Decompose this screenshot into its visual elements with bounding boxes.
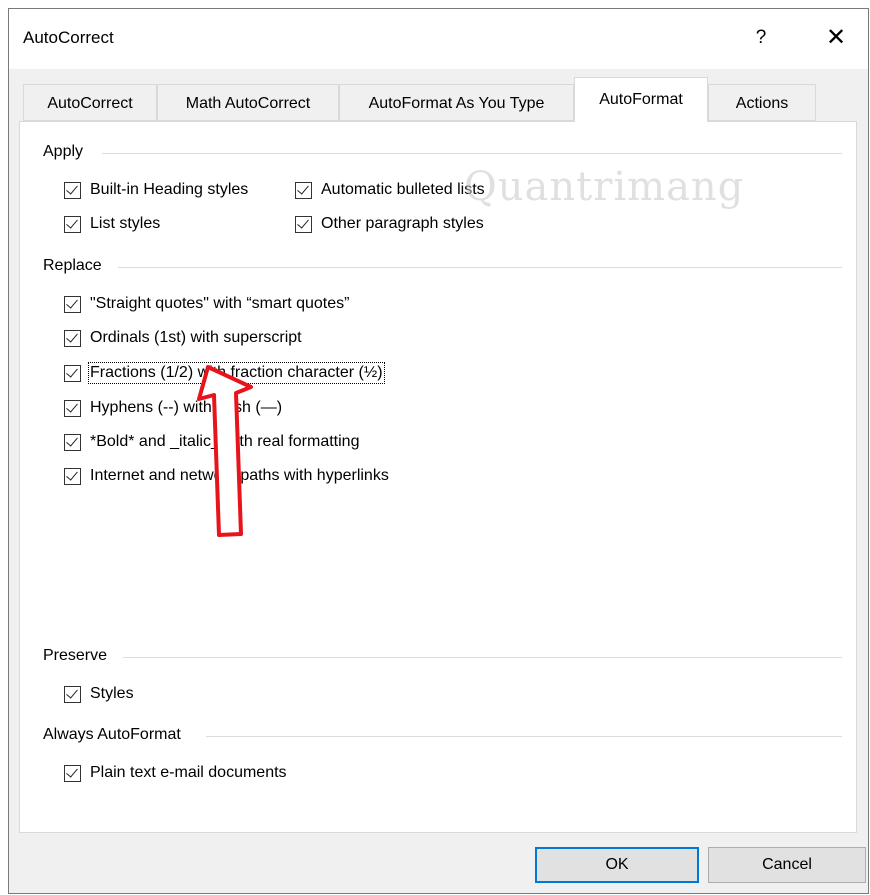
autoformat-panel: Apply Built-in Heading styles Automatic … bbox=[19, 121, 857, 833]
apply-section-label: Apply bbox=[43, 143, 84, 160]
checkbox[interactable] bbox=[64, 329, 81, 347]
autocorrect-dialog: AutoCorrect ? ✕ AutoCorrect Math AutoCor… bbox=[8, 8, 869, 894]
checkbox-label: Styles bbox=[90, 685, 134, 702]
quantrimang-watermark-logo: Quantrimang bbox=[464, 164, 745, 210]
checkbox-other-paragraph-styles[interactable]: Other paragraph styles bbox=[295, 215, 484, 233]
checkbox[interactable] bbox=[64, 399, 81, 417]
checkbox-label: Ordinals (1st) with superscript bbox=[90, 329, 302, 346]
checkbox-label: "Straight quotes" with “smart quotes” bbox=[90, 295, 350, 312]
checkbox[interactable] bbox=[64, 295, 81, 313]
cancel-button[interactable]: Cancel bbox=[708, 847, 866, 883]
ok-button[interactable]: OK bbox=[535, 847, 699, 883]
apply-divider bbox=[102, 153, 842, 154]
checkbox[interactable] bbox=[64, 433, 81, 451]
preserve-divider bbox=[123, 657, 842, 658]
replace-divider bbox=[118, 267, 842, 268]
checkbox[interactable] bbox=[64, 764, 81, 782]
checkbox[interactable] bbox=[64, 467, 81, 485]
replace-section-label: Replace bbox=[43, 257, 102, 274]
close-button[interactable]: ✕ bbox=[819, 23, 853, 53]
red-arrow-annotation bbox=[197, 365, 253, 537]
checkbox[interactable] bbox=[64, 685, 81, 703]
checkbox-label: Other paragraph styles bbox=[321, 215, 484, 232]
dialog-title: AutoCorrect bbox=[23, 28, 114, 47]
title-bar: AutoCorrect ? ✕ bbox=[9, 9, 868, 69]
checkbox-label: List styles bbox=[90, 215, 161, 232]
checkbox-smart-quotes[interactable]: "Straight quotes" with “smart quotes” bbox=[64, 295, 349, 313]
checkbox-list-styles[interactable]: List styles bbox=[64, 215, 160, 233]
checkbox[interactable] bbox=[295, 215, 312, 233]
tab-autoformat-as-you-type[interactable]: AutoFormat As You Type bbox=[339, 84, 574, 121]
checkbox[interactable] bbox=[295, 181, 312, 199]
checkbox-plain-text-email[interactable]: Plain text e-mail documents bbox=[64, 764, 287, 782]
checkbox-styles[interactable]: Styles bbox=[64, 685, 134, 703]
checkbox-built-in-heading-styles[interactable]: Built-in Heading styles bbox=[64, 181, 248, 199]
checkbox-label: Built-in Heading styles bbox=[90, 181, 249, 198]
tab-autocorrect[interactable]: AutoCorrect bbox=[23, 84, 157, 121]
preserve-section-label: Preserve bbox=[43, 647, 108, 664]
tab-autoformat[interactable]: AutoFormat bbox=[574, 77, 708, 122]
checkbox-ordinals[interactable]: Ordinals (1st) with superscript bbox=[64, 329, 302, 347]
checkbox[interactable] bbox=[64, 181, 81, 199]
help-button[interactable]: ? bbox=[747, 23, 775, 53]
checkbox-label: Automatic bulleted lists bbox=[321, 181, 485, 198]
always-autoformat-section-label: Always AutoFormat bbox=[43, 726, 181, 743]
checkbox-automatic-bulleted-lists[interactable]: Automatic bulleted lists bbox=[295, 181, 485, 199]
checkbox[interactable] bbox=[64, 215, 81, 233]
tab-math-autocorrect[interactable]: Math AutoCorrect bbox=[157, 84, 339, 121]
tab-actions[interactable]: Actions bbox=[708, 84, 816, 121]
checkbox-label: Plain text e-mail documents bbox=[90, 764, 287, 781]
always-autoformat-divider bbox=[206, 736, 842, 737]
checkbox[interactable] bbox=[64, 364, 81, 382]
